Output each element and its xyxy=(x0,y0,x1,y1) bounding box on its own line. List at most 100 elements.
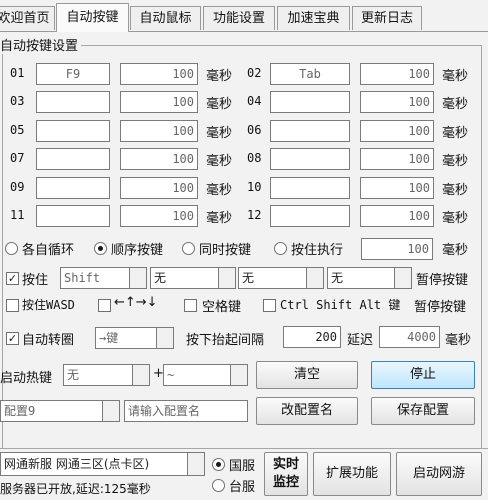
key-input[interactable] xyxy=(36,205,110,227)
space-checkbox[interactable] xyxy=(184,299,197,312)
key-interval-input[interactable]: 100 xyxy=(120,148,198,170)
key-input[interactable] xyxy=(36,177,110,199)
ctrl-shift-alt-checkbox[interactable] xyxy=(263,299,276,312)
interval-input[interactable]: 200 xyxy=(283,326,341,348)
stop-button[interactable]: 停止 xyxy=(371,361,475,389)
key-interval-unit: 毫秒 xyxy=(206,69,233,84)
group-title: 自动按键设置 xyxy=(0,35,82,54)
hold-key3-select[interactable]: 无 xyxy=(238,267,310,289)
key-interval-unit: 毫秒 xyxy=(442,154,469,169)
key-interval-input[interactable]: 100 xyxy=(120,205,198,227)
tab-settings[interactable]: 功能设置 xyxy=(203,6,275,30)
radio-hold-execute-label: 按住执行 xyxy=(291,243,344,258)
tab-label: 加速宝典 xyxy=(287,11,340,26)
key-row-number: 04 xyxy=(247,94,262,108)
key-row-number: 02 xyxy=(247,66,262,80)
radio-sequential-label: 顺序按键 xyxy=(111,243,164,258)
extend-function-button[interactable]: 扩展功能 xyxy=(313,452,391,496)
tab-changelog[interactable]: 更新日志 xyxy=(352,6,422,30)
key-interval-unit: 毫秒 xyxy=(206,183,233,198)
key-input[interactable] xyxy=(270,177,350,199)
radio-simultaneous[interactable] xyxy=(182,242,195,255)
key-input[interactable] xyxy=(270,148,350,170)
radio-sequential[interactable] xyxy=(94,242,107,255)
hotkey-key1-dropdown[interactable] xyxy=(132,364,150,386)
radio-tw-server[interactable] xyxy=(212,479,225,492)
key-input[interactable] xyxy=(36,91,110,113)
spin-key-select[interactable]: →键 xyxy=(95,327,157,349)
arrows-checkbox[interactable] xyxy=(98,299,111,312)
key-interval-input[interactable]: 100 xyxy=(120,120,198,142)
delay-input[interactable]: 4000 xyxy=(379,326,440,348)
radio-hold-execute[interactable] xyxy=(274,242,287,255)
key-interval-input[interactable]: 100 xyxy=(360,63,434,85)
tab-label: 自动鼠标 xyxy=(139,11,192,26)
radio-cn-server[interactable] xyxy=(212,458,225,471)
hold-key1-dropdown[interactable] xyxy=(129,267,147,289)
tab-speed-guide[interactable]: 加速宝典 xyxy=(277,6,350,30)
radio-each-loop[interactable] xyxy=(5,242,18,255)
rename-config-button[interactable]: 改配置名 xyxy=(256,397,358,425)
hold-key2-select[interactable]: 无 xyxy=(150,267,224,289)
key-input[interactable] xyxy=(270,205,350,227)
tw-server-label: 台服 xyxy=(229,480,256,495)
save-config-button[interactable]: 保存配置 xyxy=(371,397,475,425)
config-dropdown[interactable] xyxy=(102,400,120,422)
hold-execute-ms-input[interactable]: 100 xyxy=(361,238,433,260)
key-row-number: 05 xyxy=(10,123,25,137)
hold-pause-label: 暂停按键 xyxy=(416,273,469,288)
config-name-input[interactable]: 请输入配置名 xyxy=(124,400,248,422)
key-input[interactable] xyxy=(270,91,350,113)
key-input[interactable] xyxy=(270,120,350,142)
hold-key3-dropdown[interactable] xyxy=(306,267,324,289)
monitor-line1: 实时 xyxy=(272,457,299,472)
tab-label: 自动按键 xyxy=(66,10,119,25)
hold-checkbox[interactable]: ✓ xyxy=(6,272,19,285)
hold-key2-dropdown[interactable] xyxy=(218,267,236,289)
config-select[interactable]: 配置9 xyxy=(0,400,103,422)
key-interval-input[interactable]: 100 xyxy=(120,177,198,199)
tab-welcome[interactable]: 欢迎首页 xyxy=(0,6,55,30)
key-interval-input[interactable]: 100 xyxy=(120,91,198,113)
bottom-divider xyxy=(0,448,488,449)
tab-bar: 欢迎首页 自动按键 自动鼠标 功能设置 加速宝典 更新日志 xyxy=(0,0,488,32)
key-interval-input[interactable]: 100 xyxy=(360,148,434,170)
launch-game-button[interactable]: 启动网游 xyxy=(396,452,482,496)
space-label: 空格键 xyxy=(202,300,242,315)
key-row-number: 03 xyxy=(10,94,25,108)
tab-auto-mouse[interactable]: 自动鼠标 xyxy=(130,6,201,30)
hotkey-key2-select[interactable]: ~ xyxy=(163,364,233,386)
hold-key4-select[interactable]: 无 xyxy=(327,267,397,289)
key-interval-input[interactable]: 100 xyxy=(120,63,198,85)
ctrl-shift-alt-label: Ctrl Shift Alt 键 xyxy=(280,298,401,312)
key-input[interactable] xyxy=(36,120,110,142)
server-select[interactable]: 网通新服 网通三区(点卡区) xyxy=(0,452,188,476)
server-status: 服务器已开放,延迟:125毫秒 xyxy=(0,482,151,496)
hold-key4-dropdown[interactable] xyxy=(394,267,412,289)
tab-auto-key[interactable]: 自动按键 xyxy=(56,3,129,32)
spin-key-dropdown[interactable] xyxy=(156,327,174,349)
delay-unit: 毫秒 xyxy=(445,333,472,348)
key-row-number: 12 xyxy=(247,208,262,222)
wasd-checkbox[interactable] xyxy=(6,299,19,312)
hold-key1-select[interactable]: Shift xyxy=(60,267,130,289)
key-interval-unit: 毫秒 xyxy=(442,211,469,226)
key-interval-input[interactable]: 100 xyxy=(360,120,434,142)
key-input[interactable]: F9 xyxy=(36,63,110,85)
spin-checkbox[interactable]: ✓ xyxy=(6,332,19,345)
cn-server-label: 国服 xyxy=(229,459,256,474)
key-interval-input[interactable]: 100 xyxy=(360,205,434,227)
key-row-number: 08 xyxy=(247,151,262,165)
key-interval-unit: 毫秒 xyxy=(442,69,469,84)
hotkey-key2-dropdown[interactable] xyxy=(230,364,248,386)
hotkey-key1-select[interactable]: 无 xyxy=(63,364,135,386)
key-interval-input[interactable]: 100 xyxy=(360,177,434,199)
key-row-number: 09 xyxy=(10,180,25,194)
key-input[interactable]: Tab xyxy=(270,63,350,85)
key-input[interactable] xyxy=(36,148,110,170)
key-interval-unit: 毫秒 xyxy=(442,97,469,112)
clear-button[interactable]: 清空 xyxy=(256,361,358,389)
realtime-monitor-button[interactable]: 实时 监控 xyxy=(264,452,308,496)
server-dropdown[interactable] xyxy=(187,452,205,476)
key-interval-input[interactable]: 100 xyxy=(360,91,434,113)
